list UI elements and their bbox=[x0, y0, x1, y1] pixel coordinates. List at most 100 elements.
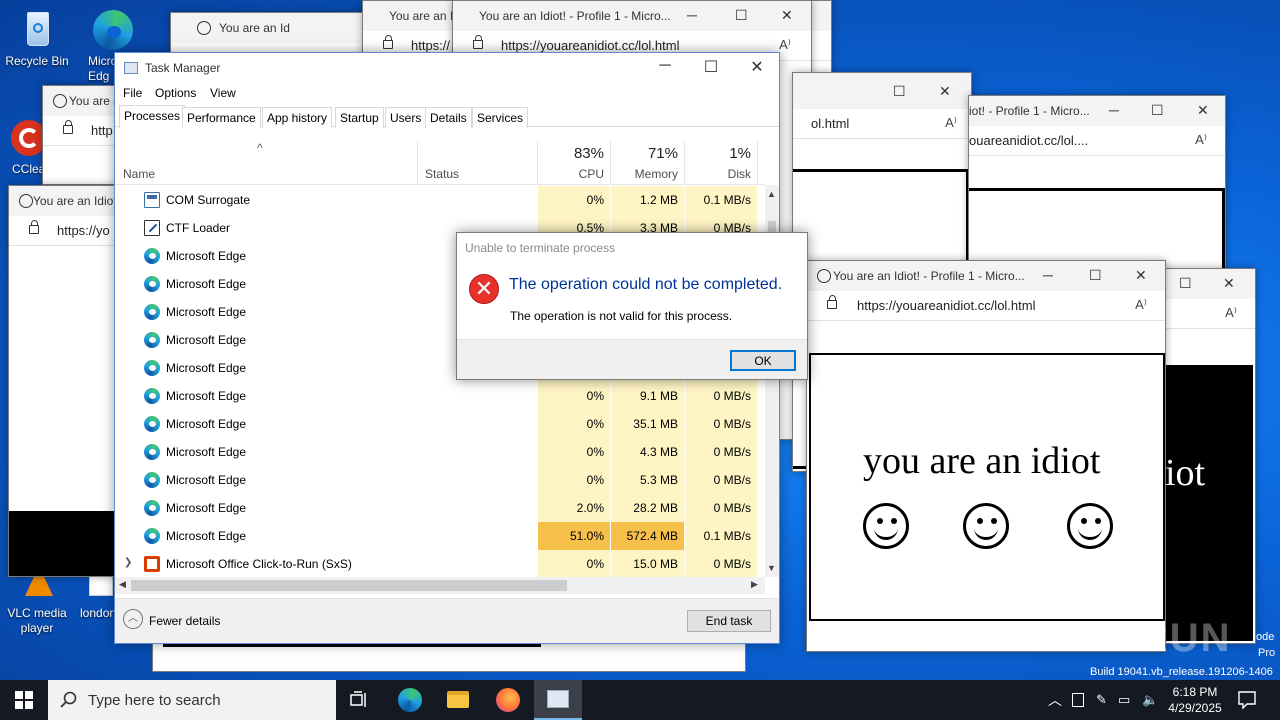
ok-button[interactable]: OK bbox=[730, 350, 796, 371]
process-memory: 5.3 MB bbox=[611, 466, 684, 494]
horizontal-scrollbar[interactable]: ◀ ▶ bbox=[115, 577, 765, 594]
tab-processes[interactable]: Processes bbox=[119, 105, 186, 128]
menu-file[interactable]: File bbox=[123, 86, 142, 100]
tab-performance[interactable]: Performance bbox=[182, 107, 261, 128]
notification-icon[interactable] bbox=[1238, 691, 1256, 709]
process-row[interactable]: COM Surrogate 0% 1.2 MB 0.1 MB/s bbox=[115, 186, 765, 214]
column-memory[interactable]: Memory bbox=[611, 167, 678, 181]
process-row[interactable]: Microsoft Edge 0% 4.3 MB 0 MB/s bbox=[115, 438, 765, 466]
window-titlebar[interactable]: iot! - Profile 1 - Micro... ─ ☐ ✕ bbox=[969, 96, 1225, 126]
maximize-button[interactable]: ☐ bbox=[1151, 102, 1164, 119]
scroll-up-icon[interactable]: ▲ bbox=[767, 189, 776, 199]
dialog-main-message: The operation could not be completed. bbox=[509, 276, 783, 293]
taskbar-firefox[interactable] bbox=[484, 680, 532, 720]
task-view-button[interactable] bbox=[336, 680, 384, 720]
process-row[interactable]: Microsoft Edge 0% 5.3 MB 0 MB/s bbox=[115, 466, 765, 494]
read-aloud-icon[interactable]: A⁾ bbox=[945, 115, 957, 131]
dialog-sub-message: The operation is not valid for this proc… bbox=[510, 309, 733, 323]
scroll-right-icon[interactable]: ▶ bbox=[751, 579, 758, 590]
close-button[interactable]: ✕ bbox=[745, 57, 769, 77]
volume-icon[interactable]: 🔈 bbox=[1142, 692, 1158, 708]
pen-icon[interactable]: ✎ bbox=[1096, 692, 1107, 708]
maximize-button[interactable]: ☐ bbox=[735, 7, 748, 24]
battery-icon[interactable] bbox=[1072, 693, 1084, 707]
read-aloud-icon[interactable]: A⁾ bbox=[1195, 132, 1207, 148]
expand-chevron-icon[interactable]: ❯ bbox=[124, 557, 132, 568]
clock[interactable]: 6:18 PM 4/29/2025 bbox=[1160, 684, 1230, 716]
minimize-button[interactable]: ─ bbox=[653, 57, 677, 75]
browser-window[interactable]: You are an Idiot https://yo bbox=[8, 185, 118, 577]
tab-services[interactable]: Services bbox=[472, 107, 529, 128]
start-button[interactable] bbox=[0, 680, 48, 720]
edge-icon bbox=[144, 444, 160, 460]
menu-view[interactable]: View bbox=[210, 86, 236, 100]
column-status[interactable]: Status bbox=[425, 167, 459, 181]
maximize-button[interactable]: ☐ bbox=[699, 57, 723, 77]
window-titlebar[interactable]: You are an Idiot bbox=[9, 186, 117, 216]
tab-details[interactable]: Details bbox=[425, 107, 472, 128]
end-task-button[interactable]: End task bbox=[687, 610, 771, 632]
desktop: Recycle Bin Micro Edg CClea VLC media pl… bbox=[0, 0, 1280, 680]
maximize-button[interactable]: ☐ bbox=[1179, 275, 1192, 292]
minimize-button[interactable]: ─ bbox=[1043, 267, 1053, 283]
address-bar[interactable]: ol.html A⁾ bbox=[793, 109, 971, 139]
network-icon[interactable]: ▭ bbox=[1118, 692, 1130, 708]
close-button[interactable]: ✕ bbox=[781, 7, 793, 24]
address-bar[interactable]: https://yo bbox=[9, 216, 117, 246]
column-cpu[interactable]: CPU bbox=[538, 167, 604, 181]
tab-app-history[interactable]: App history bbox=[262, 107, 333, 128]
memory-total: 71% bbox=[647, 145, 678, 162]
close-button[interactable]: ✕ bbox=[1197, 102, 1209, 119]
chevron-up-icon[interactable]: ︿ bbox=[1048, 690, 1062, 710]
process-row[interactable]: Microsoft Edge 0% 35.1 MB 0 MB/s bbox=[115, 410, 765, 438]
column-name[interactable]: Name bbox=[123, 167, 155, 181]
address-bar[interactable]: ouareanidiot.cc/lol.... A⁾ bbox=[969, 126, 1225, 156]
menu-options[interactable]: Options bbox=[155, 86, 196, 100]
desktop-icon-recycle-bin[interactable]: Recycle Bin bbox=[0, 8, 74, 69]
read-aloud-icon[interactable]: A⁾ bbox=[779, 37, 791, 53]
process-disk: 0 MB/s bbox=[685, 382, 757, 410]
browser-window[interactable]: You are an Idiot! - Profile 1 - Micro...… bbox=[806, 260, 1166, 652]
window-titlebar[interactable]: ☐ ✕ bbox=[793, 73, 971, 109]
process-row[interactable]: Microsoft Edge 0% 9.1 MB 0 MB/s bbox=[115, 382, 765, 410]
scrollbar-thumb[interactable] bbox=[131, 580, 567, 591]
taskbar-edge[interactable] bbox=[386, 680, 434, 720]
process-row[interactable]: Microsoft Edge 2.0% 28.2 MB 0 MB/s bbox=[115, 494, 765, 522]
close-button[interactable]: ✕ bbox=[1223, 275, 1235, 292]
minimize-button[interactable]: ─ bbox=[687, 7, 697, 23]
process-row[interactable]: Microsoft Edge 51.0% 572.4 MB 0.1 MB/s bbox=[115, 522, 765, 550]
read-aloud-icon[interactable]: A⁾ bbox=[1135, 297, 1147, 313]
side-text: Pro bbox=[1258, 647, 1276, 659]
tab-startup[interactable]: Startup bbox=[335, 107, 384, 128]
window-titlebar[interactable]: You are an Id bbox=[171, 13, 369, 43]
recycle-bin-icon bbox=[15, 8, 59, 52]
search-box[interactable]: Type here to search bbox=[48, 680, 336, 720]
window-titlebar[interactable]: You are an Idiot! - Profile 1 - Micro...… bbox=[807, 261, 1165, 291]
tab-users[interactable]: Users bbox=[385, 107, 427, 128]
browser-window[interactable] bbox=[152, 640, 746, 672]
window-titlebar[interactable]: Task Manager ─ ☐ ✕ bbox=[115, 53, 779, 83]
column-divider bbox=[417, 141, 418, 185]
maximize-button[interactable]: ☐ bbox=[1089, 267, 1102, 284]
error-dialog[interactable]: Unable to terminate process ✕ The operat… bbox=[456, 232, 808, 380]
close-button[interactable]: ✕ bbox=[939, 83, 951, 100]
read-aloud-icon[interactable]: A⁾ bbox=[1225, 305, 1237, 321]
column-disk[interactable]: Disk bbox=[685, 167, 751, 181]
fewer-details-link[interactable]: Fewer details bbox=[149, 614, 220, 628]
address-bar[interactable]: https://youareanidiot.cc/lol.html A⁾ bbox=[807, 291, 1165, 321]
chevron-up-icon[interactable]: ︿ bbox=[123, 609, 143, 629]
window-titlebar[interactable]: You are an Idiot! - Profile 1 - Micro...… bbox=[453, 1, 811, 31]
close-button[interactable]: ✕ bbox=[1135, 267, 1147, 284]
column-header: ^ Name Status 83% CPU 71% Memory 1% Disk bbox=[115, 141, 765, 185]
address-bar[interactable]: A⁾ bbox=[1151, 299, 1255, 329]
window-titlebar[interactable]: ☐ ✕ bbox=[1151, 269, 1255, 299]
scroll-left-icon[interactable]: ◀ bbox=[119, 579, 126, 590]
scroll-down-icon[interactable]: ▼ bbox=[767, 563, 776, 573]
minimize-button[interactable]: ─ bbox=[1109, 102, 1119, 118]
maximize-button[interactable]: ☐ bbox=[893, 83, 906, 100]
folder-icon bbox=[447, 691, 469, 708]
taskbar-file-explorer[interactable] bbox=[434, 680, 482, 720]
process-row[interactable]: ❯ Microsoft Office Click-to-Run (SxS) 0% 15… bbox=[115, 550, 765, 577]
process-name: Microsoft Edge bbox=[166, 305, 247, 319]
taskbar-task-manager[interactable] bbox=[534, 680, 582, 720]
